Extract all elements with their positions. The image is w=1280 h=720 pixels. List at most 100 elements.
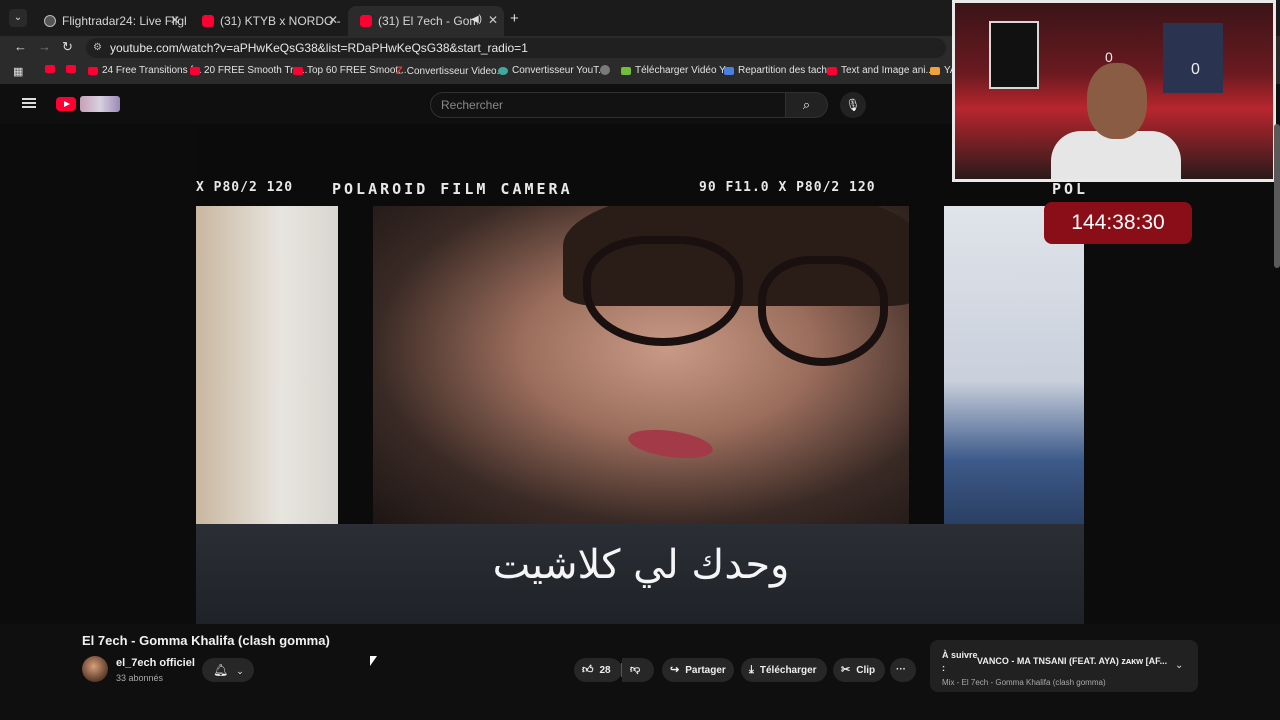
scoreboard-value: 0 <box>1191 61 1200 78</box>
url-text: youtube.com/watch?v=aPHwKeQsG38&list=RDa… <box>110 41 528 55</box>
dislike-button[interactable]: 👎︎ <box>622 658 654 682</box>
bookmark-item[interactable]: Télécharger Vidéo Y... <box>621 65 733 76</box>
thumbs-up-icon: 👍︎ <box>582 664 594 676</box>
close-icon[interactable]: ✕ <box>170 13 180 27</box>
stream-timer: 144:38:30 <box>1044 202 1192 244</box>
bookmark-item[interactable]: Top 60 FREE Smoot... <box>293 65 407 76</box>
bookmark-youtube-2[interactable] <box>66 65 76 73</box>
converter-icon <box>498 66 508 75</box>
reload-icon[interactable]: ↻ <box>62 39 73 55</box>
like-count: 28 <box>599 665 611 676</box>
zamzar-icon: Z <box>396 65 403 77</box>
subscriber-count: 33 abonnés <box>116 673 164 683</box>
webcam-overlay: 0 0 <box>952 0 1276 182</box>
globe-icon <box>44 15 56 27</box>
download-label: Télécharger <box>759 665 817 676</box>
film-frame-right <box>944 206 1084 524</box>
bookmark-item[interactable]: Z Convertisseur Video... <box>396 65 505 77</box>
share-label: Partager <box>685 665 726 676</box>
bookmark-label: Télécharger Vidéo Y... <box>635 65 733 76</box>
thumbs-down-icon: 👎︎ <box>630 664 641 675</box>
glasses-shape <box>583 236 743 346</box>
tab-ktyb[interactable]: (31) KTYB x NORDO - GHAZALI ✕ <box>190 6 344 36</box>
lips-shape <box>626 425 715 463</box>
bookmark-item[interactable]: Text and Image ani... <box>827 65 934 76</box>
film-frame-main <box>373 206 909 524</box>
streamer-face <box>1087 63 1147 139</box>
tab-title: (31) KTYB x NORDO - GHAZALI <box>220 14 344 28</box>
wall-jersey <box>1163 23 1223 93</box>
bookmark-icon <box>930 66 940 75</box>
youtube-icon <box>360 15 372 27</box>
youtube-icon <box>827 66 837 75</box>
film-strip-text: POL <box>1052 180 1089 198</box>
youtube-icon <box>202 15 214 27</box>
tab-title: (31) El 7ech - Gomma Khalifa <box>378 14 478 28</box>
clip-button[interactable]: ✂ Clip <box>833 658 885 682</box>
tab-flightradar[interactable]: Flightradar24: Live Flight Tracker ✕ <box>32 6 186 36</box>
search-input[interactable]: Rechercher <box>430 92 786 118</box>
tab-el7ech[interactable]: (31) El 7ech - Gomma Khalifa ◀) ✕ <box>348 6 504 36</box>
share-icon: ↪ <box>670 664 680 676</box>
film-frame-left <box>196 206 338 524</box>
menu-icon[interactable] <box>22 98 36 108</box>
bookmark-item[interactable]: Convertisseur YouT... <box>498 65 607 76</box>
youtube-logo[interactable] <box>56 97 76 111</box>
mouse-cursor <box>370 656 377 666</box>
bookmark-item[interactable]: 24 Free Transitions f... <box>88 65 202 76</box>
bookmark-item[interactable] <box>600 65 610 75</box>
forward-icon[interactable]: → <box>38 39 51 54</box>
share-button[interactable]: ↪ Partager <box>662 658 734 682</box>
video-frame[interactable]: X P80/2 120 POLAROID FILM CAMERA 90 F11.… <box>196 124 1085 624</box>
video-player[interactable]: X P80/2 120 POLAROID FILM CAMERA 90 F11.… <box>0 124 1280 624</box>
video-subtitle: وحدك لي كلاشيت <box>492 542 790 588</box>
glasses-shape <box>758 256 888 366</box>
bookmark-label: Top 60 FREE Smoot... <box>307 65 407 76</box>
up-next-label: À suivre : <box>942 650 978 673</box>
scissors-icon: ✂ <box>841 664 851 676</box>
scrollbar[interactable] <box>1274 124 1280 268</box>
film-strip-title: POLAROID FILM CAMERA <box>332 180 573 198</box>
new-tab-icon[interactable]: + <box>510 10 519 27</box>
up-next-title: VANCO - MA TNSANI (FEAT. AYA) ᴢᴀᴋᴡ [AF..… <box>977 656 1167 666</box>
microphone-icon[interactable]: 🎙 <box>840 92 866 118</box>
more-icon: ··· <box>896 664 906 675</box>
chevron-down-icon: ⌄ <box>236 666 244 676</box>
youtube-icon <box>88 66 98 75</box>
film-strip-text: 90 F11.0 X P80/2 120 <box>699 180 876 195</box>
clip-label: Clip <box>856 665 876 676</box>
bookmark-label: 20 FREE Smooth Tra... <box>204 65 308 76</box>
download-button[interactable]: ⤓ Télécharger <box>741 658 827 682</box>
bookmark-label: Repartition des tach... <box>738 65 836 76</box>
document-icon <box>724 66 734 75</box>
download-icon <box>621 66 631 75</box>
wall-poster <box>989 21 1039 89</box>
bookmark-label: 24 Free Transitions f... <box>102 65 202 76</box>
back-icon[interactable]: ← <box>14 39 27 54</box>
notification-button[interactable]: 🔔︎ ⌄ <box>202 658 254 682</box>
bookmark-item[interactable]: 20 FREE Smooth Tra... <box>190 65 307 76</box>
apps-grid-icon[interactable]: ▦ <box>13 65 23 78</box>
bookmark-youtube-1[interactable] <box>45 65 55 73</box>
like-button[interactable]: 👍︎ 28 <box>574 658 622 682</box>
site-info-icon[interactable]: ⚙ <box>93 38 102 58</box>
address-bar[interactable]: ⚙ youtube.com/watch?v=aPHwKeQsG38&list=R… <box>86 38 946 58</box>
close-icon[interactable]: ✕ <box>328 13 338 27</box>
download-icon: ⤓ <box>749 664 754 676</box>
up-next-playlist: Mix - El 7ech - Gomma Khalifa (clash gom… <box>942 678 1106 687</box>
speaker-icon[interactable]: ◀) <box>471 14 482 25</box>
youtube-doodle[interactable] <box>80 96 120 112</box>
channel-name[interactable]: el_7ech officiel <box>116 657 195 669</box>
search-icon[interactable]: ⌕ <box>786 92 828 118</box>
up-next-card[interactable]: À suivre : VANCO - MA TNSANI (FEAT. AYA)… <box>930 640 1198 692</box>
more-actions-button[interactable]: ··· <box>890 658 916 682</box>
bookmark-label: Convertisseur Video... <box>406 65 505 77</box>
avatar[interactable] <box>82 656 108 682</box>
bookmark-item[interactable]: Repartition des tach... <box>724 65 835 76</box>
chevron-down-icon[interactable]: ⌄ <box>1175 660 1183 671</box>
bell-icon: 🔔︎ <box>213 663 229 677</box>
youtube-icon <box>66 65 76 73</box>
bookmark-label: Convertisseur YouT... <box>512 65 607 76</box>
tab-search-icon[interactable]: ⌄ <box>9 9 27 27</box>
close-icon[interactable]: ✕ <box>488 13 498 27</box>
